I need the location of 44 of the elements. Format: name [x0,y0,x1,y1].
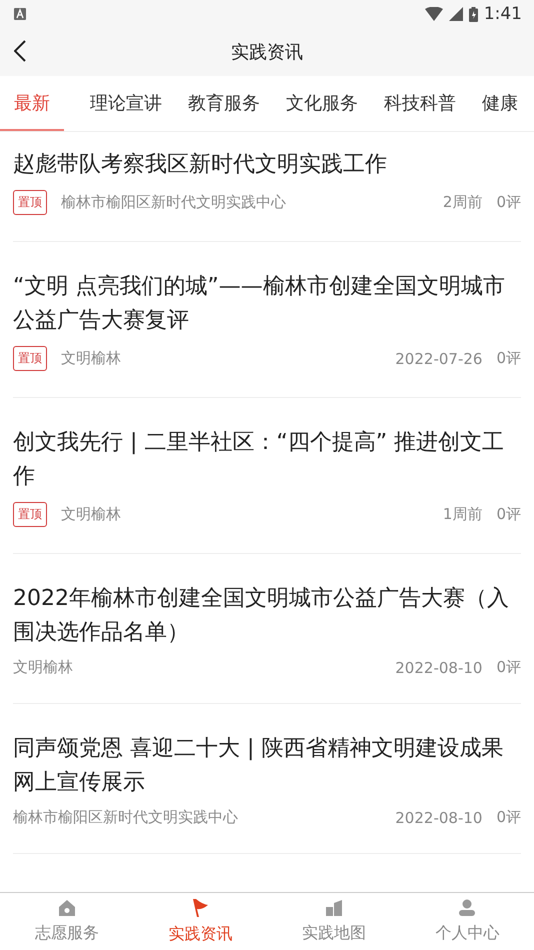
article-title[interactable]: 创文我先行 | 二里半社区：“四个提高” 推进创文工作 [13,426,521,494]
article-date: 2022-07-26 [395,350,482,368]
article-title[interactable]: “文明 点亮我们的城”——榆林市创建全国文明城市公益广告大赛复评 [13,270,521,338]
comment-count: 0评 [496,658,521,677]
category-tab[interactable]: 教育服务 [188,76,260,131]
article-date: 1周前 [442,505,482,524]
article-source: 榆林市榆阳区新时代文明实践中心 [13,808,238,826]
home-icon [58,899,76,917]
category-tab[interactable]: 文化服务 [286,76,358,131]
pinned-badge: 置顶 [13,346,47,371]
category-tab[interactable]: 健康 [482,76,518,131]
article-source: 文明榆林 [13,658,73,676]
category-tab[interactable]: 最新 [0,76,64,131]
status-time: 1:41 [484,4,522,24]
article-date: 2022-08-10 [395,808,482,826]
article-date: 2周前 [442,193,482,212]
comment-count: 0评 [496,808,521,827]
article-source: 榆林市榆阳区新时代文明实践中心 [61,193,286,211]
nav-tab[interactable]: 实践资讯 [134,893,267,950]
battery-icon [468,6,478,22]
nav-tab[interactable]: 个人中心 [400,893,534,950]
article-title[interactable]: 2022年榆林市创建全国文明城市公益广告大赛（入围决选作品名单） [13,582,521,650]
flag-icon [191,898,210,918]
article-date: 2022-08-10 [395,658,482,676]
building-icon [324,899,343,917]
pinned-badge: 置顶 [13,190,47,215]
article-title[interactable]: 同声颂党恩 喜迎二十大 | 陕西省精神文明建设成果网上宣传展示 [13,732,521,800]
category-tab[interactable]: 理论宣讲 [90,76,162,131]
comment-count: 0评 [496,505,521,524]
notification-icon [14,8,26,20]
article-source: 文明榆林 [61,349,121,367]
pinned-badge: 置顶 [13,502,47,527]
comment-count: 0评 [496,349,521,368]
comment-count: 0评 [496,193,521,212]
page-title: 实践资讯 [231,41,303,64]
nav-tab[interactable]: 志愿服务 [0,893,134,950]
signal-icon [448,7,463,21]
back-button[interactable] [12,38,28,64]
category-tab[interactable]: 科技科普 [384,76,456,131]
nav-tab[interactable]: 实践地图 [267,893,400,950]
article-title[interactable]: 赵彪带队考察我区新时代文明实践工作 [13,148,521,182]
wifi-icon [424,7,443,21]
article-source: 文明榆林 [61,505,121,523]
person-icon [458,899,476,917]
